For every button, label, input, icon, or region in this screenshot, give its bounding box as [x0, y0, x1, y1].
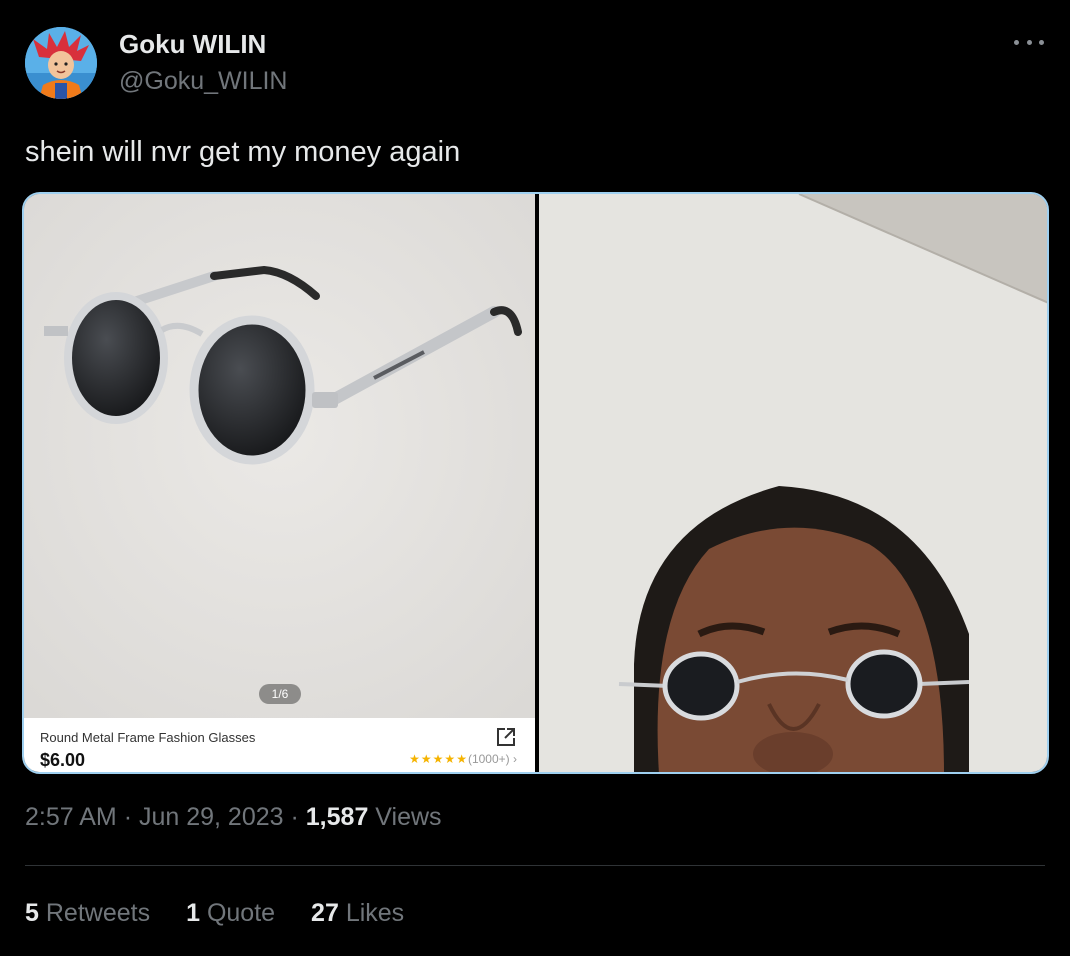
quotes-count: 1 [186, 899, 200, 927]
retweets-stat[interactable]: 5 Retweets [25, 899, 150, 928]
more-options-icon[interactable] [1014, 36, 1044, 48]
tweet-time[interactable]: 2:57 AM [25, 803, 117, 831]
star-rating-icon: ★★★★★ [409, 752, 468, 766]
product-info-bar[interactable]: Round Metal Frame Fashion Glasses $6.00 … [24, 718, 535, 772]
likes-label: Likes [345, 899, 405, 927]
product-price: $6.00 [40, 750, 86, 770]
author-handle[interactable]: @Goku_WILIN [119, 67, 287, 96]
selfie-photo-icon [539, 194, 1047, 772]
chevron-right-icon: › [513, 752, 517, 766]
product-title: Round Metal Frame Fashion Glasses [40, 730, 256, 745]
rating-count: (1000+) [467, 752, 510, 766]
tweet-text: shein will nvr get my money again [25, 136, 461, 168]
product-screenshot[interactable]: 1/6 Round Metal Frame Fashion Glasses $6… [24, 194, 535, 772]
product-rating: ★★★★★(1000+) › [409, 752, 517, 766]
engagement-stats: 5 Retweets 1 Quote 27 Likes [25, 899, 404, 928]
media-grid[interactable]: 1/6 Round Metal Frame Fashion Glasses $6… [22, 192, 1049, 774]
divider [25, 865, 1045, 866]
quotes-stat[interactable]: 1 Quote [186, 899, 275, 928]
separator: · [290, 803, 299, 831]
tweet-meta: 2:57 AM · Jun 29, 2023 · 1,587 Views [25, 803, 442, 832]
retweets-count: 5 [25, 899, 39, 927]
sunglasses-image [24, 194, 535, 724]
views-label: Views [375, 803, 442, 831]
views-count: 1,587 [305, 803, 369, 831]
share-external-icon [497, 728, 515, 746]
retweets-label: Retweets [45, 899, 151, 927]
author-display-name[interactable]: Goku WILIN [119, 29, 266, 60]
selfie-photo[interactable] [539, 194, 1047, 772]
avatar[interactable] [25, 27, 97, 99]
tweet-date[interactable]: Jun 29, 2023 [139, 803, 284, 831]
quotes-label: Quote [206, 899, 276, 927]
likes-count: 27 [311, 899, 339, 927]
image-pager: 1/6 [259, 684, 301, 704]
goku-avatar-icon [25, 27, 97, 99]
likes-stat[interactable]: 27 Likes [311, 899, 404, 928]
separator: · [123, 803, 133, 831]
